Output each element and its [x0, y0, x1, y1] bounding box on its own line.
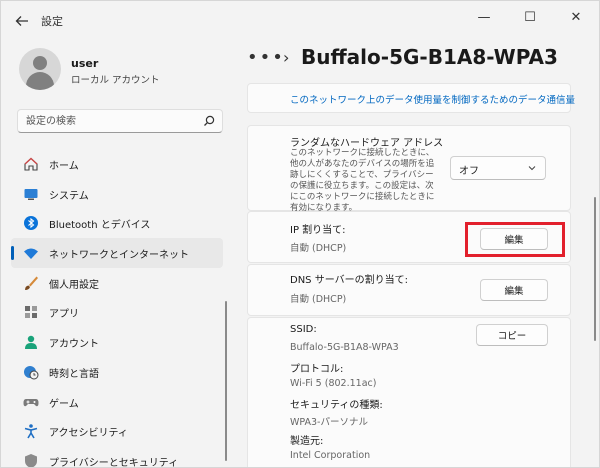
breadcrumb-ellipsis[interactable]: •••: [247, 47, 285, 68]
security-type-label: セキュリティの種類:: [290, 400, 383, 411]
sidebar-item-time-language[interactable]: 時刻と言語: [11, 357, 223, 387]
maximize-icon: ☐: [524, 9, 536, 25]
dns-assignment-card: DNS サーバーの割り当て: 自動 (DHCP) 編集: [247, 264, 571, 316]
ip-assignment-value: 自動 (DHCP): [290, 243, 347, 254]
back-button[interactable]: [11, 10, 33, 32]
search-input[interactable]: [18, 110, 198, 132]
main-scrollbar[interactable]: [594, 197, 596, 341]
sidebar-scrollbar[interactable]: [225, 301, 227, 461]
sidebar-item-apps[interactable]: アプリ: [11, 297, 223, 327]
page-title: Buffalo-5G-B1A8-WPA3: [301, 45, 558, 69]
sidebar-item-accounts[interactable]: アカウント: [11, 327, 223, 357]
protocol-label: プロトコル:: [290, 364, 344, 375]
brush-icon: [25, 276, 38, 290]
sidebar-item-bluetooth[interactable]: Bluetooth とデバイス: [11, 208, 223, 238]
wifi-icon: [24, 248, 38, 260]
settings-window: 設定 — ☐ ✕ user ローカル アカウント ホーム: [0, 0, 600, 468]
search-box[interactable]: [17, 109, 223, 133]
sidebar-item-label: ネットワークとインターネット: [49, 250, 189, 262]
sidebar-item-gaming[interactable]: ゲーム: [11, 387, 223, 417]
security-type-value: WPA3-パーソナル: [290, 417, 368, 428]
sidebar-item-label: 時刻と言語: [49, 368, 99, 380]
person-icon: [25, 335, 37, 350]
manufacturer-value: Intel Corporation: [290, 450, 371, 461]
sidebar-item-label: ホーム: [49, 161, 79, 172]
random-hw-address-dropdown[interactable]: オフ: [450, 156, 546, 180]
profile-account-type: ローカル アカウント: [71, 75, 160, 86]
dropdown-value: オフ: [459, 166, 479, 177]
home-icon: [24, 157, 38, 171]
sidebar-item-label: ゲーム: [49, 398, 79, 410]
globe-clock-icon: [24, 365, 39, 380]
minimize-icon: —: [477, 9, 491, 25]
copy-button[interactable]: コピー: [476, 324, 548, 346]
avatar-body: [26, 72, 54, 90]
search-icon[interactable]: [202, 114, 216, 128]
manufacturer-label: 製造元:: [290, 436, 324, 447]
sidebar-nav: ホーム システム Bluetooth とデバイス ネットワークとインターネット: [11, 149, 223, 468]
dns-edit-button[interactable]: 編集: [480, 279, 548, 301]
content-area: このネットワーク上のデータ使用量を制御するためのデータ通信量 ランダムなハードウ…: [247, 83, 587, 467]
shield-icon: [25, 453, 37, 467]
protocol-value: Wi-Fi 5 (802.11ac): [290, 378, 377, 389]
sidebar-item-label: アプリ: [49, 309, 79, 321]
data-usage-card: このネットワーク上のデータ使用量を制御するためのデータ通信量: [247, 83, 575, 113]
sidebar-item-home[interactable]: ホーム: [11, 149, 223, 179]
monitor-icon: [24, 188, 38, 200]
minimize-button[interactable]: —: [461, 1, 507, 33]
random-hw-address-card: ランダムなハードウェア アドレス このネットワークに接続したときに、他の人があな…: [247, 125, 571, 213]
sidebar-item-label: Bluetooth とデバイス: [49, 220, 151, 232]
data-usage-link[interactable]: このネットワーク上のデータ使用量を制御するためのデータ通信量: [290, 92, 575, 106]
ssid-label: SSID:: [290, 324, 317, 335]
title-bar: 設定 — ☐ ✕: [1, 1, 599, 39]
apps-icon: [25, 306, 37, 319]
sidebar-item-label: アクセシビリティ: [49, 428, 128, 440]
sidebar-item-personalization[interactable]: 個人用設定: [11, 268, 223, 298]
sidebar-item-privacy[interactable]: プライバシーとセキュリティ: [11, 446, 223, 468]
network-properties-card: コピー SSID: Buffalo-5G-B1A8-WPA3 プロトコル: Wi…: [247, 317, 571, 467]
active-indicator: [11, 246, 14, 261]
random-hw-address-title: ランダムなハードウェア アドレス: [290, 138, 444, 149]
arrow-left-icon: [15, 16, 28, 26]
close-button[interactable]: ✕: [553, 1, 599, 33]
sidebar-item-label: アカウント: [49, 339, 99, 351]
ip-edit-button[interactable]: 編集: [480, 228, 548, 250]
bluetooth-icon: [24, 216, 38, 231]
sidebar-item-label: プライバシーとセキュリティ: [49, 457, 179, 468]
profile-name: user: [71, 57, 99, 70]
ip-assignment-title: IP 割り当て:: [290, 225, 346, 236]
sidebar-item-system[interactable]: システム: [11, 179, 223, 209]
ssid-value: Buffalo-5G-B1A8-WPA3: [290, 342, 399, 353]
close-icon: ✕: [570, 9, 582, 25]
chevron-down-icon: [528, 166, 536, 171]
maximize-button[interactable]: ☐: [507, 1, 553, 33]
random-hw-address-desc: このネットワークに接続したときに、他の人があなたのデバイスの場所を追跡しにくくす…: [290, 148, 435, 213]
sidebar-item-accessibility[interactable]: アクセシビリティ: [11, 416, 223, 446]
sidebar-item-label: システム: [49, 190, 89, 202]
chevron-right-icon: ›: [283, 48, 290, 67]
app-title: 設定: [41, 15, 63, 28]
dns-assignment-title: DNS サーバーの割り当て:: [290, 275, 408, 286]
dns-assignment-value: 自動 (DHCP): [290, 294, 347, 305]
sidebar-item-network[interactable]: ネットワークとインターネット: [11, 238, 223, 268]
sidebar-item-label: 個人用設定: [49, 279, 99, 291]
avatar-head: [33, 56, 47, 70]
avatar[interactable]: [19, 48, 61, 90]
gamepad-icon: [23, 398, 39, 406]
accessibility-icon: [24, 424, 38, 439]
ip-assignment-card: IP 割り当て: 自動 (DHCP) 編集: [247, 211, 571, 263]
